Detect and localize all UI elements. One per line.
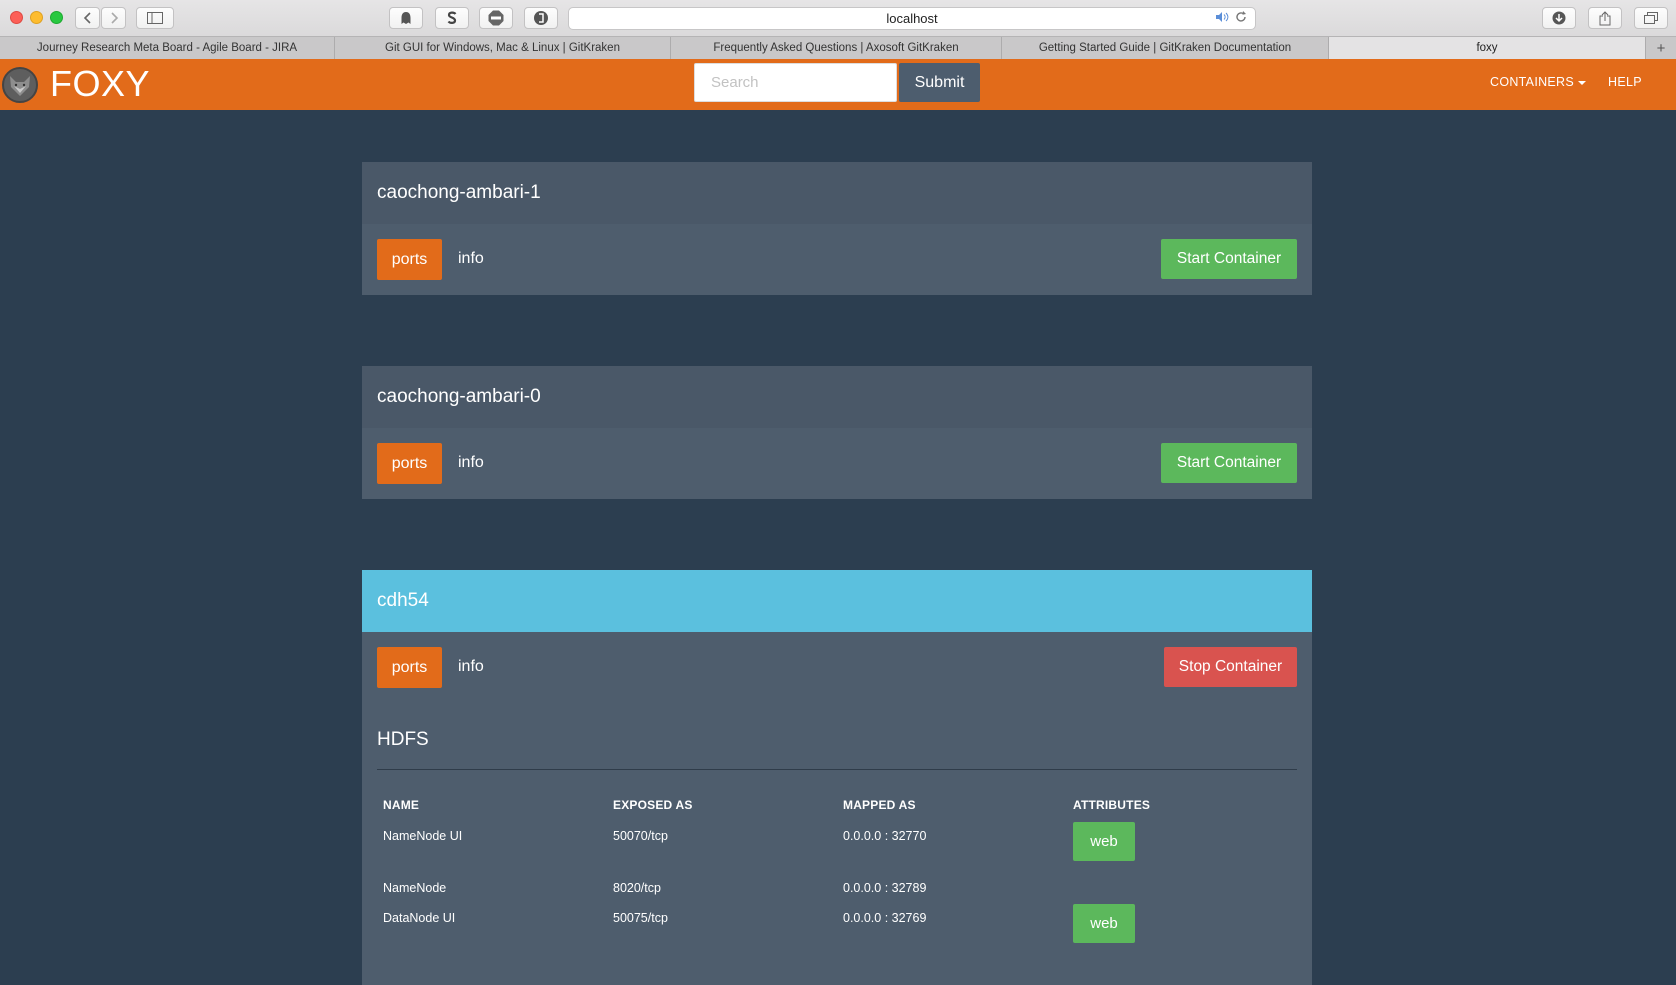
container-tabs-row: ports info Start Container [362,224,1312,295]
back-button[interactable] [75,7,100,29]
column-header-mapped: MAPPED AS [843,798,916,812]
port-exposed-cell: 50070/tcp [613,829,668,843]
address-text: localhost [886,11,938,26]
port-name-cell: NameNode [383,881,447,895]
browser-chrome: localhost Journey Research Meta Board - … [0,0,1676,59]
container-name[interactable]: caochong-ambari-0 [362,366,1312,428]
extension-icon [534,11,548,25]
port-name-cell: DataNode UI [383,911,456,925]
fox-icon [10,76,30,96]
address-bar[interactable]: localhost [568,7,1256,30]
port-mapped-cell: 0.0.0.0 : 32770 [843,829,927,843]
adblock-icon [488,10,504,26]
container-name[interactable]: caochong-ambari-1 [362,162,1312,224]
brand-name[interactable]: FOXY [50,63,150,105]
close-window-button[interactable] [10,11,23,24]
container-name[interactable]: cdh54 [362,570,1312,632]
zoom-window-button[interactable] [50,11,63,24]
web-attribute-button[interactable]: web [1073,904,1135,943]
new-tab-button[interactable]: + [1646,37,1676,59]
container-tabs-row: ports info Start Container [362,428,1312,499]
download-icon [1552,11,1566,25]
forward-icon [110,12,118,24]
browser-toolbar: localhost [0,0,1676,36]
column-header-name: NAME [383,798,420,812]
tab-ports[interactable]: ports [377,443,442,484]
tab-ports[interactable]: ports [377,647,442,688]
container-panel-active: cdh54 ports info Stop Container HDFS NAM… [362,570,1312,985]
port-exposed-cell: 50075/tcp [613,911,668,925]
stop-container-button[interactable]: Stop Container [1164,647,1297,687]
reload-icon[interactable] [1235,11,1247,23]
tab-ports[interactable]: ports [377,239,442,280]
web-attribute-button[interactable]: web [1073,822,1135,861]
minimize-window-button[interactable] [30,11,43,24]
browser-tab-foxy[interactable]: foxy [1329,37,1646,59]
section-title-hdfs: HDFS [377,729,429,750]
container-body: ports info Stop Container HDFS NAME EXPO… [362,632,1312,985]
column-header-attributes: ATTRIBUTES [1073,798,1151,812]
column-header-exposed: EXPOSED AS [613,798,693,812]
extension-button[interactable] [524,7,558,29]
foxy-logo[interactable] [2,67,38,103]
tab-info[interactable]: info [458,250,484,268]
speaker-icon[interactable] [1215,11,1229,23]
sidebar-button[interactable] [136,7,174,29]
port-exposed-cell: 8020/tcp [613,881,661,895]
port-name-cell: NameNode UI [383,829,463,843]
caret-down-icon [1578,80,1587,85]
downloads-button[interactable] [1542,7,1576,29]
show-tabs-button[interactable] [1634,7,1668,29]
start-container-button[interactable]: Start Container [1161,239,1297,279]
browser-tab-gitkraken[interactable]: Git GUI for Windows, Mac & Linux | GitKr… [335,37,671,59]
browser-tab-faq[interactable]: Frequently Asked Questions | Axosoft Git… [671,37,1002,59]
port-mapped-cell: 0.0.0.0 : 32789 [843,881,927,895]
help-link[interactable]: HELP [1608,75,1642,89]
section-divider [377,769,1297,770]
tab-info[interactable]: info [458,658,484,676]
skype-extension-button[interactable] [435,7,469,29]
sidebar-icon [147,12,163,24]
tabs-icon [1644,12,1658,24]
app-navbar: FOXY Submit CONTAINERS HELP [0,59,1676,110]
adblock-extension-button[interactable] [479,7,513,29]
ghostery-extension-button[interactable] [389,7,423,29]
browser-tab-bar: Journey Research Meta Board - Agile Boar… [0,36,1676,59]
submit-button[interactable]: Submit [899,63,980,102]
plus-icon: + [1656,39,1666,57]
browser-tab-getting-started[interactable]: Getting Started Guide | GitKraken Docume… [1002,37,1329,59]
port-mapped-cell: 0.0.0.0 : 32769 [843,911,927,925]
browser-tab-jira[interactable]: Journey Research Meta Board - Agile Boar… [0,37,335,59]
share-button[interactable] [1588,7,1622,29]
share-icon [1599,10,1611,25]
forward-button[interactable] [101,7,126,29]
ghostery-icon [401,12,411,24]
start-container-button[interactable]: Start Container [1161,443,1297,483]
search-input[interactable] [694,63,897,102]
back-icon [83,12,91,24]
container-panel: caochong-ambari-1 ports info Start Conta… [362,162,1312,295]
containers-menu[interactable]: CONTAINERS [1490,75,1587,89]
container-panel: caochong-ambari-0 ports info Start Conta… [362,366,1312,499]
tab-info[interactable]: info [458,454,484,472]
skype-icon [447,11,457,24]
